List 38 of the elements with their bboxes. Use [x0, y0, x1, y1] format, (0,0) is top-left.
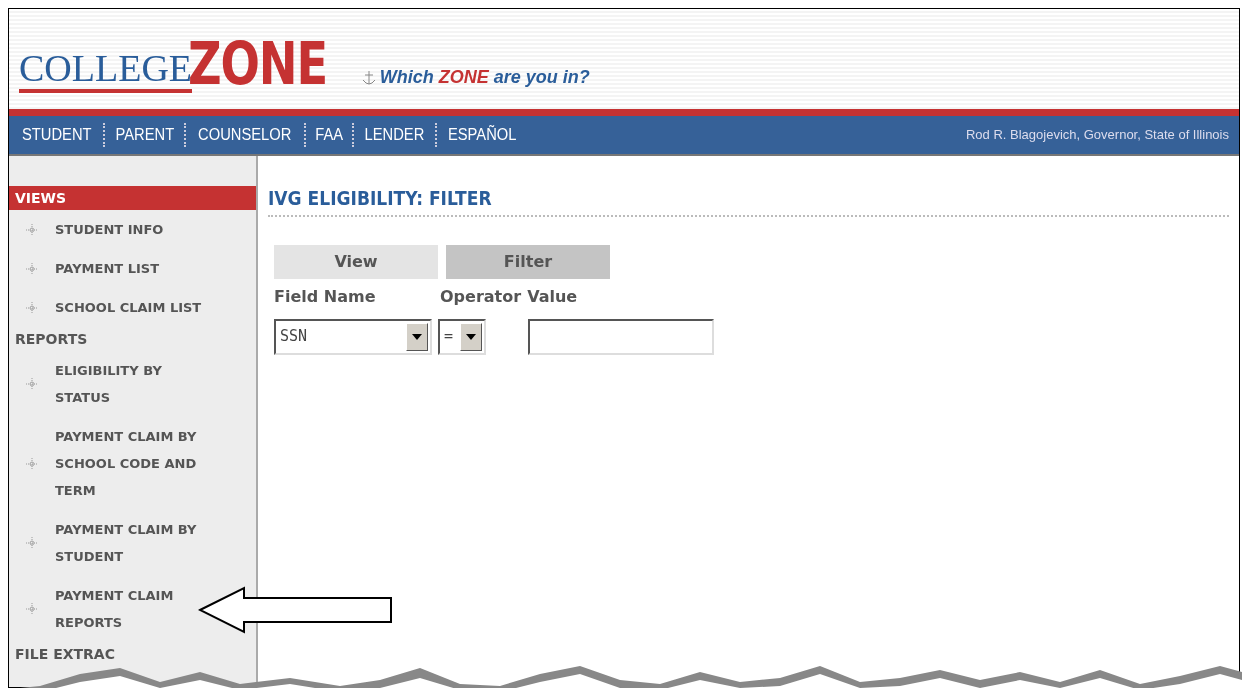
section-heading[interactable]: REPORTS: [9, 327, 256, 351]
nav-link[interactable]: ESPAÑOL: [447, 123, 517, 147]
logo: COLLEGEZONE: [19, 35, 329, 93]
page-title: IVG ELIGIBILITY: FILTER: [268, 186, 493, 211]
nav-link[interactable]: FAA: [314, 123, 343, 147]
sidebar-link[interactable]: PAYMENT LIST: [55, 255, 205, 282]
sidebar-link[interactable]: STUDENT INFO: [55, 216, 205, 243]
column-label: Value: [527, 285, 578, 308]
nav-link[interactable]: COUNSELOR: [198, 123, 292, 147]
crosshair-icon: [25, 377, 39, 391]
anchor-icon: [361, 69, 376, 86]
sidebar-link[interactable]: ELIGIBILITY BY STATUS: [55, 357, 205, 411]
crosshair-icon: [25, 536, 39, 550]
section-heading[interactable]: VIEWS: [9, 186, 256, 210]
crosshair-icon: [25, 261, 39, 276]
crosshair-icon: [25, 456, 39, 471]
section-heading[interactable]: FILE EXTRAC: [9, 642, 121, 666]
sidebar-link[interactable]: PAYMENT CLAIM BY SCHOOL CODE AND TERM: [55, 423, 205, 504]
sidebar-link[interactable]: PAYMENT CLAIM REPORTS: [55, 582, 205, 636]
crosshair-icon: [25, 300, 39, 315]
nav-link[interactable]: LENDER: [364, 123, 425, 147]
column-label: Operator: [440, 285, 522, 308]
dropdown-arrow-icon: [412, 333, 422, 340]
credit-text: Rod R. Blagojevich, Governor, State of Illinois: [965, 126, 1229, 145]
sidebar-link[interactable]: SCHOOL CLAIM LIST: [55, 294, 205, 321]
value-field[interactable]: [528, 318, 714, 355]
nav-link[interactable]: PARENT: [115, 123, 174, 147]
tab[interactable]: Filter: [446, 244, 610, 279]
dropdown[interactable]: =: [438, 318, 486, 355]
tab[interactable]: View: [274, 244, 438, 279]
column-label: Field Name: [274, 285, 377, 308]
sidebar-link[interactable]: PAYMENT CLAIM BY STUDENT: [55, 516, 205, 570]
tagline: Which ZONE are you in?: [379, 66, 590, 89]
nav-link[interactable]: STUDENT: [22, 123, 92, 147]
dropdown[interactable]: SSN: [274, 318, 432, 355]
crosshair-icon: [25, 602, 39, 616]
crosshair-icon: [25, 222, 39, 237]
dropdown-arrow-icon: [466, 333, 476, 340]
